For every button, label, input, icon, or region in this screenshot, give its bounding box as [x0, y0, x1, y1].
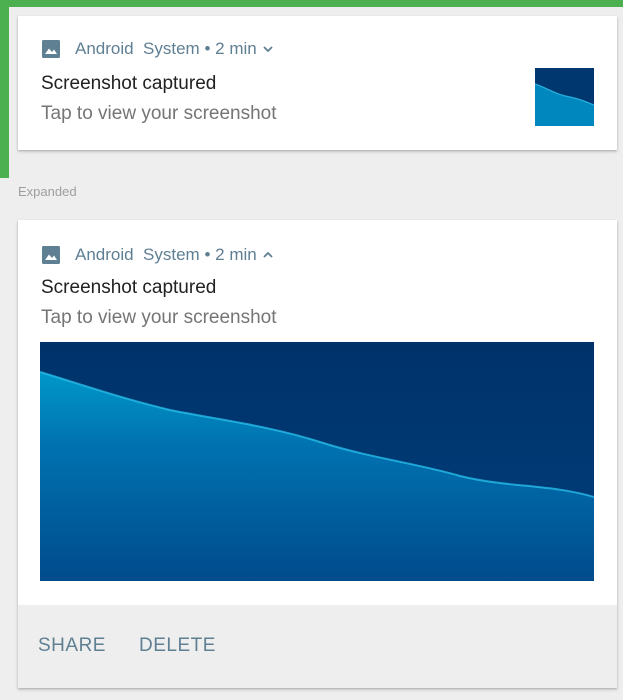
notification-header: Android System • 2 min — [42, 244, 274, 266]
notification-subtitle: Tap to view your screenshot — [41, 307, 277, 328]
notification-header: Android System • 2 min — [42, 38, 274, 60]
notification-title: Screenshot captured — [41, 73, 217, 94]
header-separator: • — [199, 245, 216, 264]
app-name: Android System — [75, 245, 200, 264]
share-button[interactable]: SHARE — [38, 635, 106, 657]
image-icon — [42, 40, 60, 58]
notification-subtitle: Tap to view your screenshot — [41, 103, 277, 124]
image-icon — [42, 246, 60, 264]
delete-button[interactable]: DELETE — [139, 635, 216, 657]
app-name: Android System — [75, 39, 200, 58]
notification-actions: SHARE DELETE — [18, 605, 617, 688]
chevron-down-icon[interactable] — [262, 43, 274, 55]
notification-expanded[interactable]: Android System • 2 min Screenshot captur… — [18, 220, 617, 688]
notification-collapsed[interactable]: Android System • 2 min Screenshot captur… — [18, 16, 617, 150]
chevron-up-icon[interactable] — [262, 249, 274, 261]
screenshot-preview-image[interactable] — [40, 342, 594, 581]
section-label: Expanded — [18, 184, 77, 199]
screenshot-thumbnail — [535, 68, 594, 126]
notification-time: 2 min — [215, 39, 257, 58]
notification-title: Screenshot captured — [41, 277, 217, 298]
header-separator: • — [199, 39, 216, 58]
notification-time: 2 min — [215, 245, 257, 264]
